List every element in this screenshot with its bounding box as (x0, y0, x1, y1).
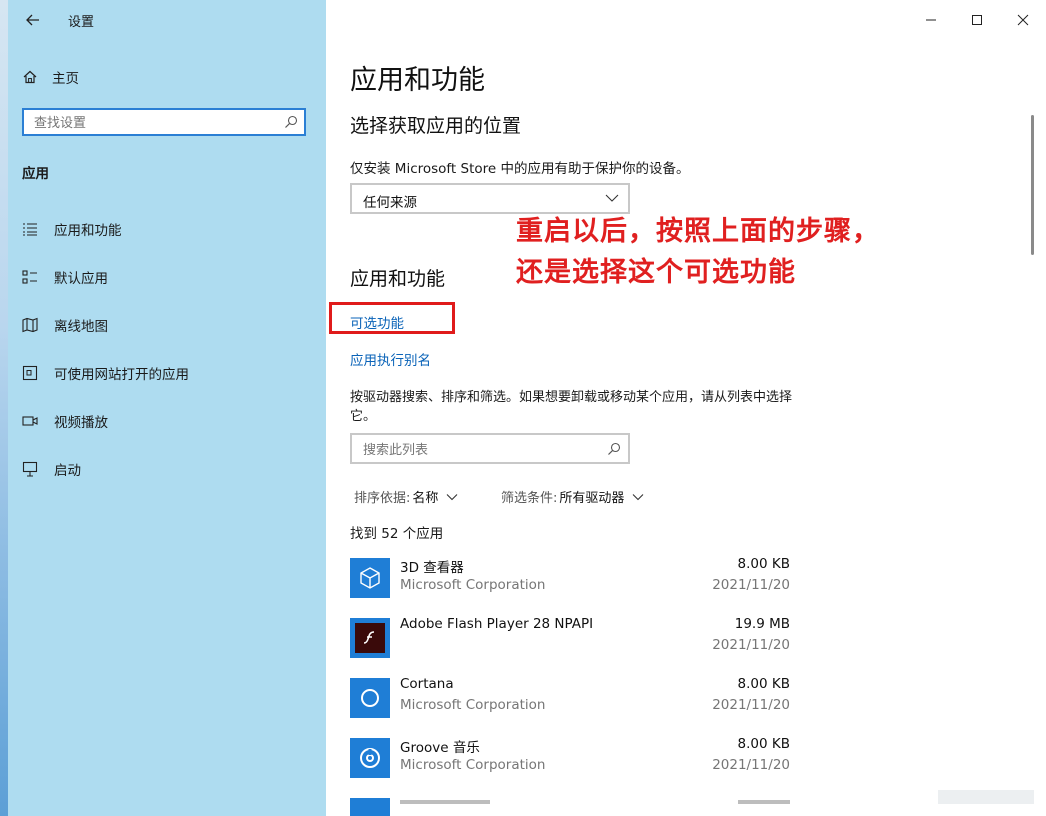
maximize-button[interactable] (954, 0, 1000, 40)
annotation-line-2: 还是选择这个可选功能 (516, 257, 796, 288)
sidebar-item-startup[interactable]: 启动 (22, 456, 312, 482)
sidebar-item-video-playback[interactable]: 视频播放 (22, 408, 312, 434)
back-button[interactable] (18, 6, 48, 34)
chevron-down-icon (447, 493, 458, 500)
install-source-dropdown[interactable]: 任何来源 (350, 183, 630, 214)
sidebar-item-offline-maps[interactable]: 离线地图 (22, 312, 312, 338)
groove-music-icon (350, 738, 390, 778)
3d-viewer-icon (350, 558, 390, 598)
apps-section-title: 应用和功能 (350, 268, 446, 290)
annotation-line-1: 重启以后，按照上面的步骤， (516, 216, 880, 247)
sidebar-home[interactable]: 主页 (22, 64, 302, 90)
app-size: 8.00 KB (737, 736, 790, 752)
settings-search-input[interactable] (32, 113, 276, 133)
back-arrow-icon (26, 14, 39, 26)
app-date: 2021/11/20 (712, 577, 790, 593)
app-tile-partial (350, 798, 390, 816)
cortana-icon (350, 678, 390, 718)
app-list-search-box[interactable] (350, 433, 630, 464)
app-execution-alias-link[interactable]: 应用执行别名 (350, 349, 431, 369)
filter-dropdown[interactable]: 筛选条件: 所有驱动器 (501, 487, 644, 506)
sidebar-item-label: 应用和功能 (54, 223, 122, 239)
sidebar-section-title: 应用 (22, 166, 49, 182)
app-name-partial (400, 800, 490, 804)
list-icon (22, 221, 38, 237)
settings-search-box[interactable] (22, 108, 306, 136)
install-section-title: 选择获取应用的位置 (350, 115, 522, 137)
sidebar-item-apps-features[interactable]: 应用和功能 (22, 216, 312, 242)
sidebar-item-default-apps[interactable]: 默认应用 (22, 264, 312, 290)
app-size-partial (738, 800, 790, 804)
app-name: 3D 查看器 (400, 560, 464, 576)
sidebar-item-label: 可使用网站打开的应用 (54, 367, 189, 383)
search-icon[interactable] (607, 442, 621, 456)
window-title: 设置 (68, 15, 95, 30)
settings-window: 设置 主页 应用 应用和功能 (8, 0, 1046, 816)
app-list-item[interactable]: Groove 音乐 Microsoft Corporation 8.00 KB … (350, 736, 790, 788)
main-pane: 应用和功能 选择获取应用的位置 仅安装 Microsoft Store 中的应用… (326, 0, 1046, 816)
app-list-item[interactable]: Cortana Microsoft Corporation 8.00 KB 20… (350, 676, 790, 728)
sidebar-item-label: 启动 (54, 463, 81, 479)
video-icon (22, 413, 38, 429)
startup-icon (22, 461, 38, 477)
minimize-icon (926, 19, 936, 21)
app-size: 19.9 MB (734, 616, 790, 632)
window-caption-buttons (908, 0, 1046, 40)
desktop-background (0, 0, 8, 816)
close-button[interactable] (1000, 0, 1046, 40)
app-count: 找到 52 个应用 (350, 526, 444, 542)
sidebar: 设置 主页 应用 应用和功能 (8, 0, 326, 816)
home-label: 主页 (52, 71, 79, 87)
close-icon (1017, 14, 1029, 26)
chevron-down-icon (605, 194, 619, 202)
page-title: 应用和功能 (350, 65, 485, 96)
app-publisher: Microsoft Corporation (400, 757, 546, 773)
default-apps-icon (22, 269, 38, 285)
web-app-icon (22, 365, 38, 381)
app-publisher: Microsoft Corporation (400, 697, 546, 713)
flash-icon (350, 618, 390, 658)
app-date: 2021/11/20 (712, 637, 790, 653)
chevron-down-icon (633, 493, 644, 500)
sidebar-item-label: 默认应用 (54, 271, 108, 287)
app-name: Adobe Flash Player 28 NPAPI (400, 616, 594, 632)
home-icon (23, 70, 37, 84)
sidebar-item-label: 视频播放 (54, 415, 108, 431)
maximize-icon (972, 15, 982, 25)
watermark-text-band (938, 790, 1034, 804)
install-description: 仅安装 Microsoft Store 中的应用有助于保护你的设备。 (350, 161, 690, 177)
filter-label: 筛选条件: (501, 491, 558, 506)
sidebar-item-label: 离线地图 (54, 319, 108, 335)
app-name: Cortana (400, 676, 454, 692)
app-size: 8.00 KB (737, 676, 790, 692)
highlight-box: 可选功能 (329, 302, 455, 334)
install-source-value: 任何来源 (363, 195, 417, 211)
app-size: 8.00 KB (737, 556, 790, 572)
filter-value: 所有驱动器 (559, 491, 625, 506)
minimize-button[interactable] (908, 0, 954, 40)
sidebar-item-apps-for-websites[interactable]: 可使用网站打开的应用 (22, 360, 312, 386)
sort-dropdown[interactable]: 排序依据: 名称 (354, 487, 458, 506)
list-description: 按驱动器搜索、排序和筛选。如果想要卸载或移动某个应用，请从列表中选择它。 (350, 390, 793, 424)
app-list-search-input[interactable] (361, 440, 595, 460)
app-list-item[interactable]: Adobe Flash Player 28 NPAPI 19.9 MB 2021… (350, 616, 790, 668)
red-annotation-text: 重启以后，按照上面的步骤， 还是选择这个可选功能 (516, 211, 956, 293)
app-publisher: Microsoft Corporation (400, 577, 546, 593)
app-name: Groove 音乐 (400, 740, 480, 756)
app-date: 2021/11/20 (712, 697, 790, 713)
map-icon (22, 317, 38, 333)
app-date: 2021/11/20 (712, 757, 790, 773)
sort-label: 排序依据: (354, 491, 411, 506)
scrollbar-thumb[interactable] (1031, 115, 1034, 255)
sort-value: 名称 (412, 491, 439, 506)
search-icon[interactable] (284, 115, 298, 129)
app-list-item[interactable]: 3D 查看器 Microsoft Corporation 8.00 KB 202… (350, 556, 790, 608)
optional-features-link[interactable]: 可选功能 (350, 312, 404, 332)
